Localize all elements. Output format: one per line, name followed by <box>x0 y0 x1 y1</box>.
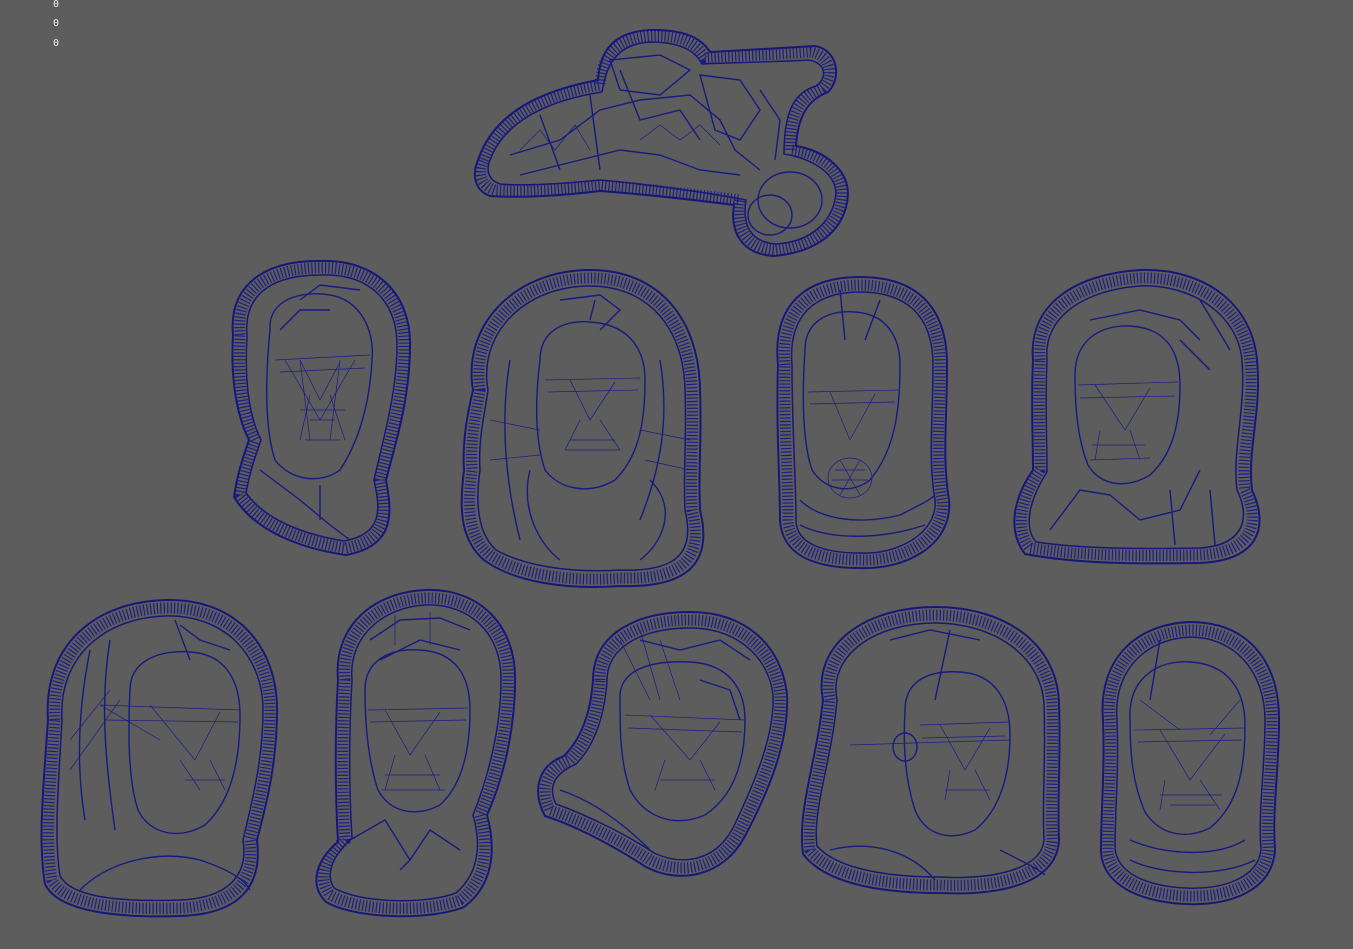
portrait-bust-model[interactable] <box>800 606 1061 895</box>
spaceship-model[interactable] <box>473 28 849 257</box>
portrait-bust-model[interactable] <box>1100 621 1280 906</box>
portrait-bust-model[interactable] <box>40 598 278 918</box>
portrait-bust-model[interactable] <box>1013 268 1261 565</box>
3d-viewport[interactable]: 0 0 0 <box>0 0 1353 949</box>
portrait-bust-model[interactable] <box>460 269 705 588</box>
portrait-bust-model[interactable] <box>537 611 789 877</box>
portrait-bust-model[interactable] <box>776 276 951 570</box>
portrait-bust-model[interactable] <box>231 259 412 556</box>
wireframe-canvas[interactable] <box>0 0 1353 949</box>
portrait-bust-model[interactable] <box>315 588 517 918</box>
